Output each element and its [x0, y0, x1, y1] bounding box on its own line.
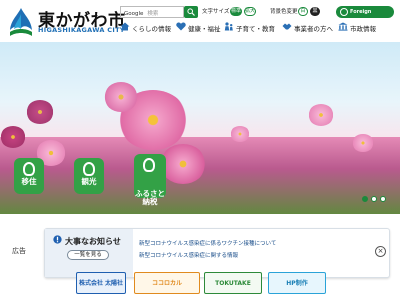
- ad-banner-4[interactable]: HP制作: [268, 272, 326, 294]
- background-color-label: 背景色変更: [270, 9, 298, 15]
- nav-label: くらしの情報: [132, 25, 171, 33]
- logo-subtitle: HIGASHIKAGAWA CITY: [38, 26, 125, 34]
- search-placeholder: 検索: [147, 11, 159, 17]
- ad-banner-2[interactable]: ココロカル: [134, 272, 200, 294]
- background-white-button[interactable]: 白: [298, 7, 308, 16]
- nav-item-city-admin[interactable]: 市政情報: [338, 22, 384, 33]
- cosmos-flower: [352, 134, 374, 152]
- cosmos-flower: [104, 82, 138, 112]
- cosmos-flower: [230, 126, 250, 142]
- family-icon: [224, 22, 233, 31]
- nav-label: 健康・福祉: [188, 25, 221, 33]
- hero-image-cosmos: 移住 観光 ふるさと 納税: [0, 42, 400, 214]
- foreign-language-button[interactable]: Foreign Language: [336, 6, 394, 27]
- site-header: 東かがわ市 HIGASHIKAGAWA CITY Google 検索 文字サイズ …: [0, 0, 400, 48]
- view-all-button[interactable]: 一覧を見る: [67, 250, 109, 260]
- nav-label: 子育て・教育: [236, 25, 275, 33]
- close-notice-button[interactable]: ×: [375, 246, 386, 257]
- nav-item-business[interactable]: 事業者の方へ: [282, 22, 342, 33]
- ad-label: 広告: [12, 247, 26, 255]
- notice-item-link[interactable]: 新型コロナウイルス感染症に係るワクチン接種について: [139, 239, 276, 247]
- nav-item-living[interactable]: くらしの情報: [120, 22, 176, 33]
- notice-item-link[interactable]: 新型コロナウイルス感染症に関する情報: [139, 251, 238, 259]
- background-black-button[interactable]: 黒: [310, 7, 320, 16]
- font-size-large-button[interactable]: 拡大: [244, 7, 256, 16]
- building-icon: [338, 22, 348, 31]
- globe-icon: [340, 8, 348, 16]
- hero-button-label: 観光: [81, 177, 97, 186]
- font-size-label: 文字サイズ: [202, 9, 230, 15]
- important-notice-panel: 大事なお知らせ 一覧を見る 新型コロナウイルス感染症に係るワクチン接種について …: [44, 228, 390, 278]
- cosmos-flower: [160, 144, 206, 184]
- notice-header-panel: 大事なお知らせ 一覧を見る: [45, 229, 133, 277]
- font-size-standard-button[interactable]: 標準: [230, 7, 242, 16]
- hero-button-label: 移住: [21, 177, 37, 186]
- sightseeing-icon: [83, 162, 95, 176]
- ad-banner-1[interactable]: 株式会社 太陽社: [76, 272, 126, 294]
- hero-button-tourism[interactable]: 観光: [74, 158, 104, 194]
- hero-button-furusato-tax[interactable]: ふるさと 納税: [134, 154, 166, 206]
- home-icon: [120, 22, 130, 31]
- cosmos-flower: [0, 126, 26, 148]
- slide-dot[interactable]: [380, 196, 386, 202]
- warning-icon: [53, 235, 62, 244]
- cosmos-flower: [26, 100, 54, 124]
- nav-item-health[interactable]: 健康・福祉: [176, 22, 222, 33]
- handshake-icon: [282, 23, 292, 30]
- search-button[interactable]: [184, 6, 198, 18]
- heart-icon: [176, 22, 186, 31]
- gift-icon: [143, 158, 155, 172]
- nav-item-childcare[interactable]: 子育て・教育: [224, 22, 278, 33]
- hero-button-relocation[interactable]: 移住: [14, 158, 44, 194]
- close-icon: ×: [377, 247, 384, 255]
- nav-label: 市政情報: [350, 25, 376, 33]
- ad-banner-3[interactable]: TOKUTAKE: [204, 272, 262, 294]
- search-icon: [187, 8, 195, 16]
- slide-dot[interactable]: [371, 196, 377, 202]
- house-icon: [23, 162, 35, 176]
- search-provider-label: Google: [124, 11, 144, 17]
- nav-label: 事業者の方へ: [294, 25, 333, 33]
- city-emblem-icon[interactable]: [8, 6, 34, 38]
- slide-dot[interactable]: [362, 196, 368, 202]
- cosmos-flower: [308, 104, 334, 126]
- notice-title: 大事なお知らせ: [65, 237, 121, 246]
- search-input[interactable]: Google 検索: [120, 6, 184, 18]
